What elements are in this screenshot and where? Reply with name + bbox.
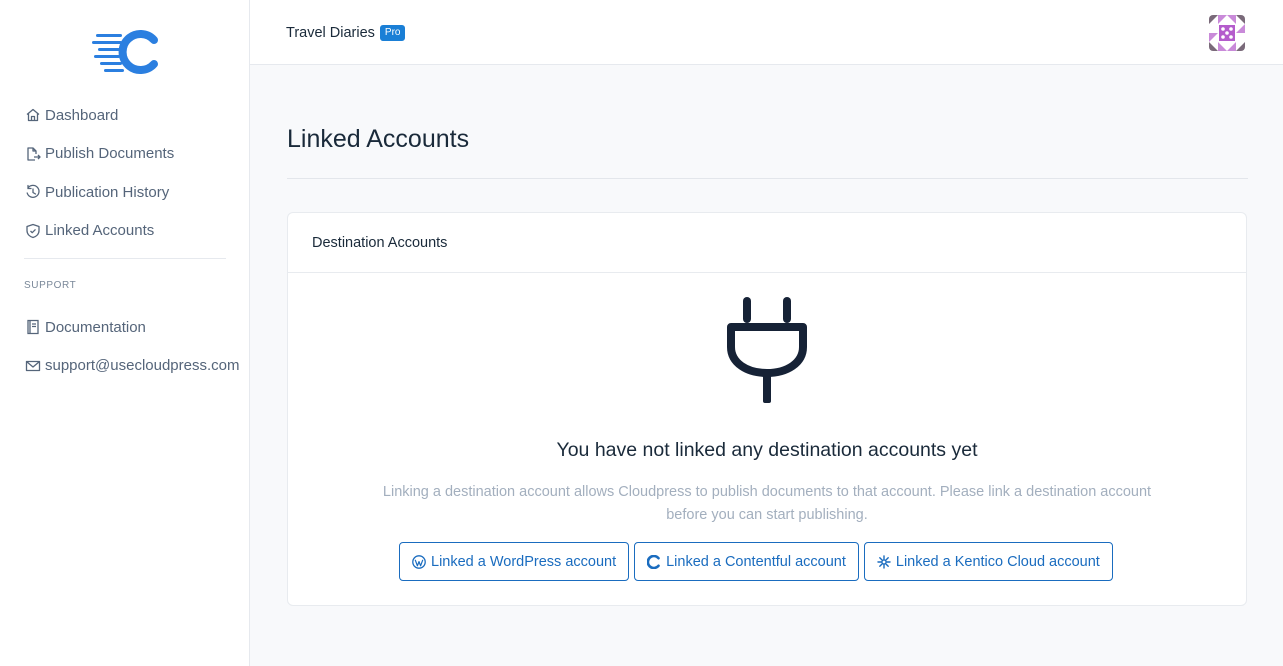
button-label: Linked a Kentico Cloud account — [895, 553, 1100, 570]
kentico-icon — [877, 554, 891, 569]
contentful-icon — [647, 554, 661, 569]
destination-accounts-card: Destination Accounts You have not linked… — [287, 212, 1247, 606]
project-name: Travel Diaries — [286, 25, 375, 41]
home-icon — [24, 107, 41, 124]
project-selector[interactable]: Travel Diaries Pro — [286, 25, 406, 41]
sidebar-item-label: Publish Documents — [45, 145, 175, 163]
user-avatar-icon[interactable] — [1209, 15, 1245, 51]
history-icon — [24, 184, 41, 201]
top-bar: Travel Diaries Pro — [250, 0, 1283, 65]
sidebar-item-publication-history[interactable]: Publication History — [24, 173, 249, 212]
card-title: Destination Accounts — [288, 213, 1246, 273]
sidebar-item-support-email[interactable]: support@usecloudpress.com — [24, 347, 249, 386]
plug-icon — [727, 297, 807, 403]
sidebar-item-publish-documents[interactable]: Publish Documents — [24, 135, 249, 174]
title-divider — [287, 178, 1248, 179]
support-nav: Documentation support@usecloudpress.com — [24, 308, 249, 385]
page-title: Linked Accounts — [287, 125, 470, 153]
sidebar-item-label: Linked Accounts — [45, 222, 155, 240]
wordpress-icon — [412, 554, 426, 569]
mail-icon — [24, 357, 41, 374]
sidebar-item-label: support@usecloudpress.com — [45, 357, 240, 375]
cloudpress-logo-icon[interactable] — [92, 30, 158, 74]
sidebar-item-label: Dashboard — [45, 106, 119, 124]
sidebar: Dashboard Publish Documents Publication … — [0, 0, 250, 666]
sidebar-item-documentation[interactable]: Documentation — [24, 308, 249, 347]
sidebar-item-dashboard[interactable]: Dashboard — [24, 96, 249, 135]
shield-icon — [24, 222, 41, 239]
sidebar-nav: Dashboard Publish Documents Publication … — [24, 96, 249, 250]
support-section-label: SUPPORT — [24, 280, 77, 291]
sidebar-divider — [24, 258, 226, 259]
sidebar-item-label: Publication History — [45, 183, 170, 201]
empty-state-title: You have not linked any destination acco… — [556, 439, 978, 461]
sidebar-item-linked-accounts[interactable]: Linked Accounts — [24, 212, 249, 251]
sidebar-item-label: Documentation — [45, 318, 146, 336]
button-label: Linked a Contentful account — [666, 553, 846, 570]
link-account-buttons: Linked a WordPress account Linked a Cont… — [399, 542, 1113, 581]
link-kentico-button[interactable]: Linked a Kentico Cloud account — [863, 542, 1113, 581]
button-label: Linked a WordPress account — [431, 553, 617, 570]
plan-badge: Pro — [379, 25, 406, 41]
book-icon — [24, 319, 41, 336]
file-export-icon — [24, 145, 41, 162]
link-wordpress-button[interactable]: Linked a WordPress account — [399, 542, 630, 581]
link-contentful-button[interactable]: Linked a Contentful account — [634, 542, 859, 581]
empty-state-description: Linking a destination account allows Clo… — [382, 484, 1152, 523]
